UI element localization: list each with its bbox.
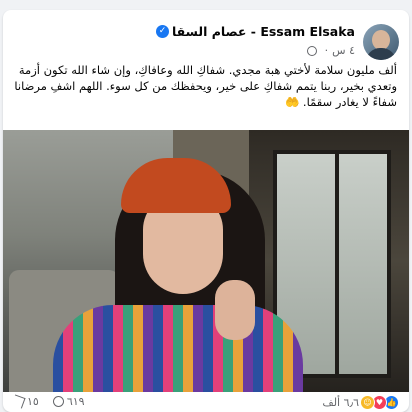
post-text: ألف مليون سلامة لأختي هبة مجدي. شفاكِ ال… <box>14 63 397 109</box>
comment-icon <box>52 396 64 407</box>
meta-separator: · <box>324 44 329 57</box>
post-header: Essam Elsaka - عصام السقا ✓ ٤ س · <box>3 18 399 62</box>
reactions-count[interactable]: ٦٫٦ ألف <box>322 396 359 409</box>
photo-window-frame <box>335 150 339 378</box>
author-name[interactable]: Essam Elsaka - عصام السقا <box>172 24 355 39</box>
author-name-row: Essam Elsaka - عصام السقا ✓ <box>153 24 355 39</box>
post-timestamp[interactable]: ٤ س <box>332 44 355 57</box>
care-icon: ☺ <box>360 395 375 410</box>
photo-hand <box>215 280 255 340</box>
post-footer: 👍 ♥ ☺ ٦٫٦ ألف ١٥ ٦١٩ <box>3 394 409 412</box>
shares-count: ١٥ <box>27 395 39 408</box>
post-meta: ٤ س · <box>306 44 355 57</box>
post-photo[interactable] <box>3 130 409 392</box>
engagement-stats: ١٥ ٦١٩ <box>11 394 99 409</box>
comments-stat[interactable]: ٦١٩ <box>52 395 85 408</box>
shares-stat[interactable]: ١٥ <box>11 394 39 409</box>
post-card: Essam Elsaka - عصام السقا ✓ ٤ س · ألف مل… <box>3 10 409 412</box>
comments-count: ٦١٩ <box>66 395 85 408</box>
avatar-body <box>366 48 396 60</box>
reactions-summary[interactable]: 👍 ♥ ☺ ٦٫٦ ألف <box>322 395 399 410</box>
verified-badge-icon: ✓ <box>155 25 169 38</box>
share-icon <box>11 394 26 409</box>
author-avatar[interactable] <box>363 24 399 60</box>
avatar-face <box>372 30 390 50</box>
photo-shirt <box>53 305 303 392</box>
globe-icon[interactable] <box>306 45 317 56</box>
